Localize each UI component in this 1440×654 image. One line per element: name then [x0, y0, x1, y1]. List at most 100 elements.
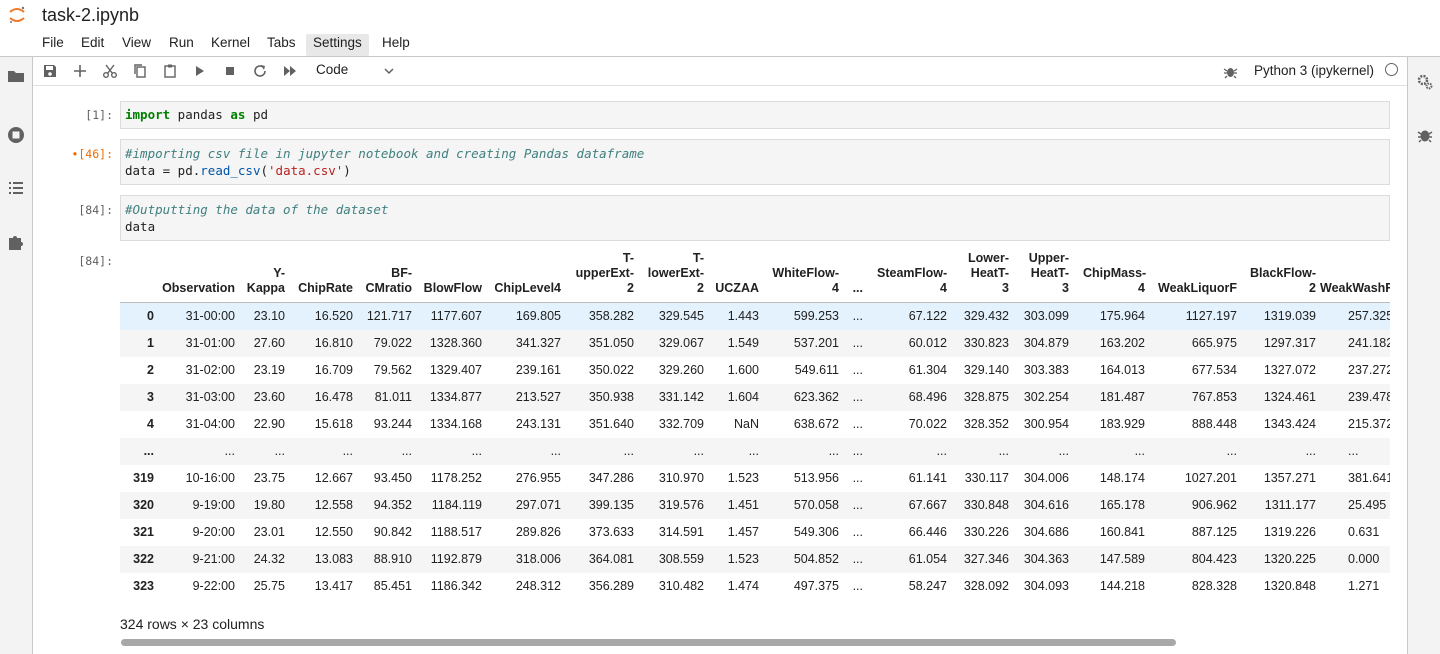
extensions-puzzle-icon[interactable] — [6, 232, 26, 252]
table-cell: 16.520 — [314, 309, 353, 323]
property-inspector-gears-icon[interactable] — [1416, 73, 1434, 91]
paste-icon[interactable] — [162, 63, 178, 79]
menu-settings[interactable]: Settings — [306, 34, 369, 56]
table-cell: 638.672 — [793, 417, 839, 431]
table-cell: 1319.226 — [1263, 525, 1316, 539]
run-cell-icon[interactable] — [192, 63, 208, 79]
table-cell: 16.709 — [314, 363, 353, 377]
cut-icon[interactable] — [102, 63, 118, 79]
table-cell: 148.174 — [1099, 471, 1145, 485]
menu-file[interactable]: File — [42, 34, 64, 56]
chevron-down-icon[interactable] — [383, 65, 395, 77]
table-cell: 1.523 — [727, 471, 759, 485]
cell-prompt: [84]: — [78, 203, 113, 217]
menu-tabs[interactable]: Tabs — [267, 34, 296, 56]
restart-run-all-icon[interactable] — [282, 63, 298, 79]
table-cell: 549.306 — [793, 525, 839, 539]
table-cell: 303.099 — [1023, 309, 1069, 323]
add-cell-icon[interactable] — [72, 63, 88, 79]
table-cell: 81.011 — [374, 390, 412, 404]
table-cell: 25.495 — [1348, 498, 1387, 512]
table-cell: 887.125 — [1191, 525, 1237, 539]
column-header: ... — [852, 281, 863, 295]
table-cell: 329.545 — [658, 309, 704, 323]
table-cell: 13.417 — [314, 579, 353, 593]
table-cell: 329.260 — [658, 363, 704, 377]
table-cell: 175.964 — [1099, 309, 1145, 323]
menu-run[interactable]: Run — [169, 34, 194, 56]
table-cell: ... — [852, 579, 863, 593]
table-cell: 364.081 — [588, 552, 634, 566]
table-cell: 330.117 — [964, 471, 1009, 485]
table-cell: 239.161 — [515, 363, 561, 377]
menu-view[interactable]: View — [122, 34, 151, 56]
table-cell: 1324.461 — [1263, 390, 1316, 404]
table-of-contents-icon[interactable] — [6, 178, 26, 198]
save-icon[interactable] — [42, 63, 58, 79]
table-cell: 623.362 — [793, 390, 839, 404]
table-row[interactable]: 320 9-19:00 19.80 12.558 94.352 1184.119 297.0… — [120, 492, 1390, 519]
table-cell: 302.254 — [1023, 390, 1069, 404]
column-header: T- lowerExt- 2 — [647, 251, 704, 295]
horizontal-scrollbar[interactable] — [121, 639, 1176, 646]
table-cell: 10-16:00 — [185, 471, 235, 485]
cell-type-select[interactable]: Code — [316, 62, 348, 77]
dataframe-table[interactable]: Observation Y- Kappa ChipRate BF- CMratio Bl… — [120, 238, 1390, 598]
code-cell[interactable]: #importing csv file in jupyter notebook … — [120, 139, 1390, 185]
table-row[interactable]: 3 31-03:00 23.60 16.478 81.011 1334.877 213.52… — [120, 384, 1390, 411]
table-row[interactable]: 323 9-22:00 25.75 13.417 85.451 1186.342 248.3… — [120, 573, 1390, 598]
menu-edit[interactable]: Edit — [81, 34, 104, 56]
table-cell: 1.604 — [727, 390, 759, 404]
table-cell: 19.80 — [253, 498, 285, 512]
table-cell: 318.006 — [515, 552, 561, 566]
running-sessions-icon[interactable] — [6, 125, 26, 145]
table-cell: 22.90 — [253, 417, 285, 431]
table-cell: 314.591 — [658, 525, 704, 539]
debugger-bug-icon[interactable] — [1223, 64, 1238, 79]
row-index: 322 — [133, 552, 154, 566]
table-cell: 79.562 — [373, 363, 412, 377]
table-cell: 341.327 — [515, 336, 561, 350]
jupyter-logo-icon[interactable] — [8, 5, 26, 25]
table-cell: 27.60 — [253, 336, 285, 350]
table-cell: 1327.072 — [1263, 363, 1316, 377]
interrupt-kernel-icon[interactable] — [222, 63, 238, 79]
table-row[interactable]: 1 31-01:00 27.60 16.810 79.022 1328.360 341.32… — [120, 330, 1390, 357]
table-cell: 304.879 — [1023, 336, 1069, 350]
row-index: 323 — [133, 579, 154, 593]
copy-icon[interactable] — [132, 63, 148, 79]
notebook-title[interactable]: task-2.ipynb — [42, 5, 139, 26]
table-cell: 66.446 — [908, 525, 947, 539]
column-header: BlackFlow- 2 — [1250, 266, 1316, 295]
folder-icon[interactable] — [6, 66, 26, 86]
table-cell: 906.962 — [1191, 498, 1237, 512]
table-row[interactable]: 0 31-00:00 23.10 16.520 121.717 1177.607 169.8… — [120, 303, 1390, 330]
code-cell[interactable]: import pandas as pd — [120, 101, 1390, 129]
table-cell: 1192.879 — [430, 552, 482, 566]
menu-kernel[interactable]: Kernel — [211, 34, 250, 56]
kernel-name[interactable]: Python 3 (ipykernel) — [1254, 63, 1374, 78]
table-cell: 181.487 — [1099, 390, 1145, 404]
table-row[interactable]: 4 31-04:00 22.90 15.618 93.244 1334.168 243.13… — [120, 411, 1390, 438]
table-cell: 1343.424 — [1263, 417, 1316, 431]
kernel-status-idle-icon — [1385, 63, 1398, 76]
restart-kernel-icon[interactable] — [252, 63, 268, 79]
table-cell: ... — [1348, 444, 1359, 458]
table-cell: 90.842 — [373, 525, 412, 539]
table-row[interactable]: 322 9-21:00 24.32 13.083 88.910 1192.879 318.0… — [120, 546, 1390, 573]
debugger-bug-icon[interactable] — [1416, 126, 1434, 144]
column-header: Y- Kappa — [246, 266, 285, 295]
row-index: 4 — [147, 417, 154, 431]
menu-help[interactable]: Help — [382, 34, 410, 56]
table-row[interactable]: 319 10-16:00 23.75 12.667 93.450 1178.252 276.… — [120, 465, 1390, 492]
table-row[interactable]: 2 31-02:00 23.19 16.709 79.562 1329.407 239.16… — [120, 357, 1390, 384]
table-row[interactable]: 321 9-20:00 23.01 12.550 90.842 1188.517 289.8… — [120, 519, 1390, 546]
table-cell: 1.474 — [727, 579, 759, 593]
code-cell[interactable]: #Outputting the data of the dataset data — [120, 195, 1390, 241]
dataframe-shape: 324 rows × 23 columns — [120, 616, 265, 632]
table-cell: 1.549 — [727, 336, 759, 350]
table-cell: 331.142 — [658, 390, 704, 404]
table-row[interactable]: ........................................… — [120, 438, 1390, 465]
table-cell: ... — [936, 444, 947, 458]
table-cell: ... — [1226, 444, 1237, 458]
